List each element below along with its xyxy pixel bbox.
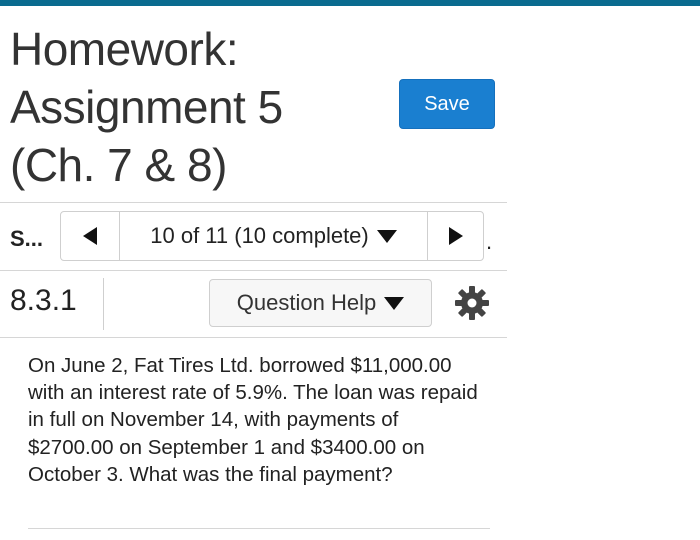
question-bottom-divider: [28, 528, 490, 529]
navigator-trailing-dot: .: [486, 229, 493, 254]
right-triangle-icon: [449, 227, 463, 245]
question-number-separator: [103, 278, 104, 330]
save-button[interactable]: Save: [399, 79, 495, 129]
top-accent-bar: [0, 0, 700, 6]
previous-question-button[interactable]: [61, 212, 120, 260]
question-help-button[interactable]: Question Help: [209, 279, 432, 327]
section-label[interactable]: S...: [10, 226, 43, 252]
page-title-line-1: Homework:: [10, 23, 239, 75]
divider-top: [0, 202, 507, 203]
chevron-down-icon: [384, 296, 405, 310]
question-progress-dropdown[interactable]: 10 of 11 (10 complete): [120, 212, 427, 260]
gear-icon[interactable]: [454, 285, 490, 321]
left-triangle-icon: [83, 227, 97, 245]
chevron-down-icon: [376, 229, 397, 243]
page-title-line-2: Assignment 5: [10, 81, 283, 133]
page-title: Homework: Assignment 5 (Ch. 7 & 8): [10, 20, 370, 194]
divider-middle: [0, 270, 507, 271]
question-progress-text: 10 of 11 (10 complete): [150, 223, 369, 248]
question-number: 8.3.1: [10, 284, 77, 317]
next-question-button[interactable]: [427, 212, 484, 260]
page-title-line-3: (Ch. 7 & 8): [10, 139, 227, 191]
question-text: On June 2, Fat Tires Ltd. borrowed $11,0…: [28, 354, 478, 486]
divider-bottom: [0, 337, 507, 338]
question-navigator: 10 of 11 (10 complete): [60, 211, 484, 261]
question-help-label: Question Help: [236, 290, 377, 315]
